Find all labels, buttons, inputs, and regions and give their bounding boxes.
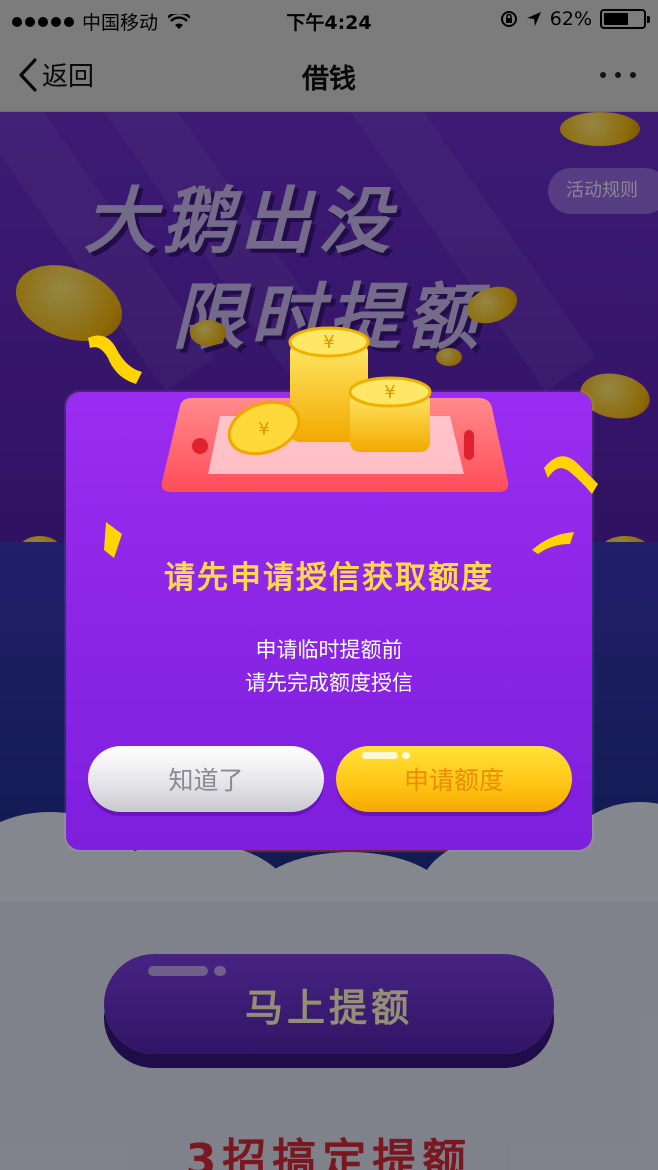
apply-credit-label: 申请额度	[403, 766, 504, 795]
apply-credit-button[interactable]: 申请额度	[336, 746, 572, 812]
ribbon-decoration	[532, 532, 574, 554]
svg-text:¥: ¥	[323, 332, 334, 353]
ribbon-decoration	[544, 456, 598, 494]
dialog-message: 申请临时提额前 请先完成额度授信	[66, 634, 592, 700]
got-it-button[interactable]: 知道了	[88, 746, 324, 812]
svg-text:¥: ¥	[258, 419, 269, 440]
phone-coins-illustration: ¥ ¥ ¥	[161, 326, 509, 492]
button-shine	[362, 752, 398, 759]
dialog-message-line2: 请先完成额度授信	[245, 671, 413, 695]
dialog-message-line1: 申请临时提额前	[255, 638, 403, 662]
credit-apply-dialog: ¥ ¥ ¥ 请先申请授信获取额度 申请临时提额前 请先完成额度授信 知道了 申请…	[66, 326, 598, 850]
dialog-title: 请先申请授信获取额度	[164, 560, 494, 596]
button-shine	[402, 752, 410, 759]
svg-text:¥: ¥	[384, 382, 395, 403]
ribbon-decoration	[88, 335, 142, 384]
